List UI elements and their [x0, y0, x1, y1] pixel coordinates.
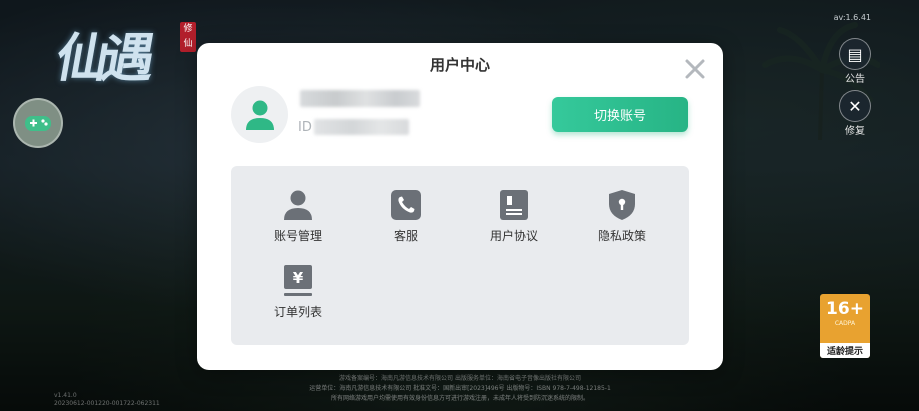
id-label: ID [298, 119, 312, 135]
build-info: v1.41.0 20230612-001220-001722-062311 [54, 392, 160, 408]
close-icon[interactable] [683, 57, 707, 81]
menu-item-label: 隐私政策 [597, 229, 646, 243]
menu-item-account-management[interactable]: 账号管理 [243, 189, 353, 244]
username-blurred [300, 90, 420, 107]
side-button-notice[interactable]: ▤ 公告 [838, 38, 872, 85]
menu-item-order-list[interactable]: ¥ 订单列表 [243, 265, 353, 320]
menu-item-privacy-policy[interactable]: 隐私政策 [567, 189, 677, 244]
side-button-label: 修复 [845, 126, 865, 137]
avatar [231, 86, 288, 143]
logo-badge: 修仙 [180, 22, 196, 52]
user-center-dialog: 用户中心 ID 切换账号 账号管理 客服 用户协议 隐私政策 ¥ 订单列表 [197, 43, 723, 370]
menu-item-user-agreement[interactable]: 用户协议 [459, 189, 569, 244]
age-rating-tip: 适龄提示 [820, 343, 870, 358]
legal-footer: 游戏备案编号：海南凡游信息技术有限公司 出版服务单位：海南省电子音像出版社有限公… [260, 374, 660, 404]
age-rating-org: CADPA [834, 320, 856, 327]
switch-account-button[interactable]: 切换账号 [552, 97, 688, 132]
gamepad-icon [25, 116, 51, 131]
user-menu-panel: 账号管理 客服 用户协议 隐私政策 ¥ 订单列表 [231, 166, 689, 345]
shield-lock-icon [609, 190, 635, 220]
build-id: 20230612-001220-001722-062311 [54, 400, 160, 407]
phone-icon [391, 190, 421, 220]
footer-line: 所有网络游戏用户均需使用有效身份信息方可进行游戏注册，未成年人将受到防沉迷系统的… [330, 395, 589, 402]
repair-icon: ✕ [839, 90, 871, 122]
menu-item-label: 订单列表 [273, 305, 322, 319]
user-avatar-icon [245, 100, 274, 130]
yuan-order-icon: ¥ [284, 265, 312, 296]
menu-item-label: 用户协议 [489, 229, 538, 243]
menu-item-label: 账号管理 [273, 229, 322, 243]
menu-item-customer-service[interactable]: 客服 [351, 189, 461, 244]
footer-line: 运营单位：海南凡游信息技术有限公司 批准文号：国新出审[2023]496号 出版… [309, 385, 611, 392]
footer-line: 游戏备案编号：海南凡游信息技术有限公司 出版服务单位：海南省电子音像出版社有限公… [339, 375, 581, 382]
floating-gamepad-button[interactable] [13, 98, 63, 148]
notice-icon: ▤ [839, 38, 871, 70]
side-button-repair[interactable]: ✕ 修复 [838, 90, 872, 137]
user-id-row: ID [298, 117, 409, 137]
age-rating-badge: 16+ CADPA 适龄提示 [820, 294, 870, 358]
age-rating-number: 16+ [826, 299, 864, 319]
menu-item-label: 客服 [393, 229, 418, 243]
document-icon [500, 190, 528, 220]
svg-text:¥: ¥ [293, 269, 304, 287]
version-label: av:1.6.41 [833, 13, 871, 22]
user-id-blurred [313, 119, 409, 135]
dialog-title: 用户中心 [429, 56, 490, 74]
side-button-label: 公告 [845, 74, 865, 85]
user-icon [284, 190, 312, 220]
build-version: v1.41.0 [54, 392, 77, 399]
